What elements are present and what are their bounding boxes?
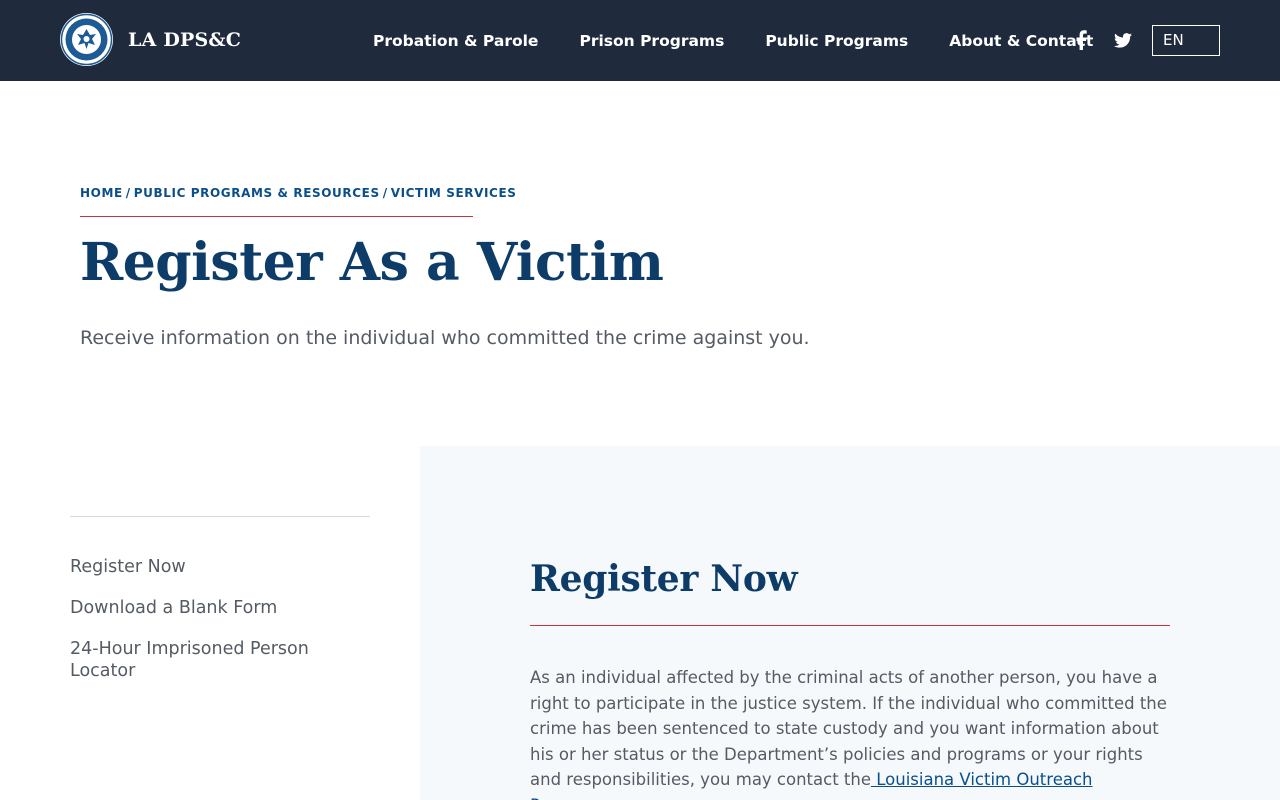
section-body: As an individual affected by the crimina… — [530, 665, 1170, 800]
sidebar-item-register-now[interactable]: Register Now — [70, 556, 370, 578]
breadcrumb-divider — [80, 216, 473, 217]
section-divider — [530, 625, 1170, 626]
brand-name: LA DPS&C — [128, 28, 242, 51]
facebook-icon[interactable] — [1069, 28, 1093, 52]
breadcrumb-separator: / — [382, 186, 388, 200]
sidebar-nav: Register Now Download a Blank Form 24-Ho… — [70, 556, 370, 701]
sidebar-divider — [70, 516, 370, 517]
breadcrumb: HOME / PUBLIC PROGRAMS & RESOURCES / VICTIM … — [80, 186, 517, 200]
section-title: Register Now — [530, 558, 798, 600]
nav-item-prison-programs[interactable]: Prison Programs — [579, 32, 724, 50]
primary-nav: Probation & Parole Prison Programs Publi… — [373, 0, 1093, 81]
twitter-icon[interactable] — [1111, 28, 1135, 52]
breadcrumb-home[interactable]: HOME — [80, 186, 123, 200]
sidebar-item-person-locator[interactable]: 24-Hour Imprisoned Person Locator — [70, 638, 370, 682]
page-subtitle: Receive information on the individual wh… — [80, 327, 810, 349]
sidebar-item-download-form[interactable]: Download a Blank Form — [70, 597, 370, 619]
page-title: Register As a Victim — [80, 232, 664, 293]
brand-home-link[interactable]: LA DPS&C — [60, 13, 241, 66]
language-selector[interactable]: EN — [1152, 25, 1220, 56]
state-seal-icon — [60, 13, 113, 66]
nav-item-probation-parole[interactable]: Probation & Parole — [373, 32, 538, 50]
nav-item-public-programs[interactable]: Public Programs — [765, 32, 908, 50]
content-panel: Register Now As an individual affected b… — [420, 446, 1280, 800]
breadcrumb-victim-services[interactable]: VICTIM SERVICES — [391, 186, 517, 200]
breadcrumb-public-programs[interactable]: PUBLIC PROGRAMS & RESOURCES — [134, 186, 380, 200]
site-header: LA DPS&C Probation & Parole Prison Progr… — [0, 0, 1280, 81]
breadcrumb-separator: / — [125, 186, 131, 200]
